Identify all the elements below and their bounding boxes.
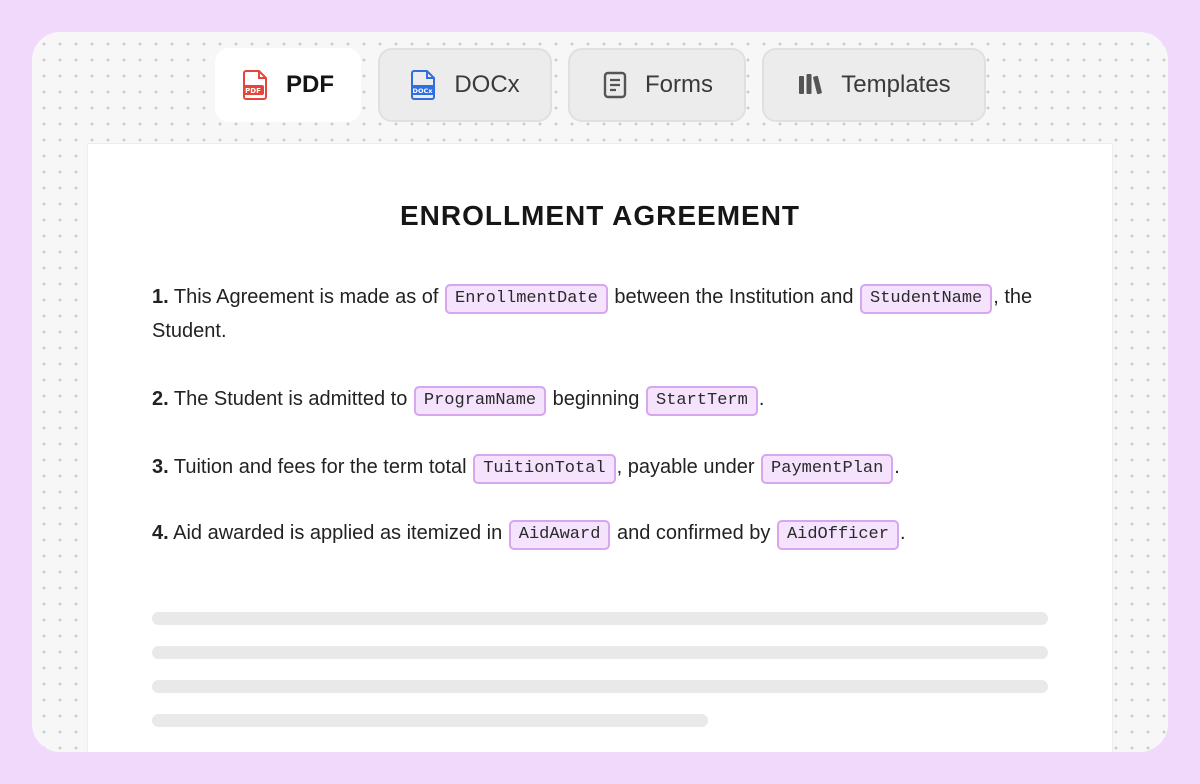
docx-badge-text: DOCx [413,87,434,95]
placeholder-text-line [152,612,1048,625]
document-page: ENROLLMENT AGREEMENT 1. This Agreement i… [88,144,1112,752]
field-chip-enrollment-date[interactable]: EnrollmentDate [445,284,608,314]
clause-text: . [894,456,900,478]
field-chip-student-name[interactable]: StudentName [860,284,993,314]
field-chip-aid-officer[interactable]: AidOfficer [776,520,899,550]
field-chip-program-name[interactable]: ProgramName [413,386,547,416]
clause-number: 1. [152,286,169,308]
clause-text: between the Institution and [608,286,860,308]
placeholder-text-line [152,680,1048,693]
app-frame: PDF PDF DOCx DOCx Forms Templates ENROLL… [32,32,1168,752]
tab-templates[interactable]: Templates [762,48,986,122]
clause-text: Aid awarded is applied as itemized in [168,522,508,544]
tab-label: PDF [286,71,334,98]
tab-pdf[interactable]: PDF PDF [215,48,361,122]
tab-label: Templates [841,71,951,98]
form-document-icon [601,70,629,100]
field-chip-payment-plan[interactable]: PaymentPlan [761,454,894,484]
placeholder-text-line [152,646,1048,659]
document-title: ENROLLMENT AGREEMENT [399,200,801,231]
tab-docx[interactable]: DOCx DOCx [378,48,552,122]
tab-label: Forms [645,71,713,98]
field-chip-aid-award[interactable]: AidAward [508,520,611,550]
clause-number: 4. [152,522,169,544]
tab-forms[interactable]: Forms [568,48,746,122]
clause-text: and confirmed by [611,522,776,544]
clause-number: 3. [152,456,169,478]
clause-2: 2. The Student is admitted to ProgramNam… [152,382,1052,416]
clause-text: . [899,522,906,544]
field-chip-tuition-total[interactable]: TuitionTotal [473,454,616,484]
pdf-badge-text: PDF [245,87,261,95]
clause-text: The Student is admitted to [168,388,413,410]
clause-3: 3. Tuition and fees for the term total T… [152,450,1052,484]
clause-text: beginning [547,388,645,410]
templates-library-icon [797,70,825,100]
clause-1: 1. This Agreement is made as of Enrollme… [152,280,1052,348]
clause-text: , payable under [616,456,761,478]
clause-4: 4. Aid awarded is applied as itemized in… [152,516,1052,550]
placeholder-text-line [152,714,708,727]
tab-label: DOCx [454,71,520,98]
clause-text: Tuition and fees for the term total [168,456,473,478]
docx-file-icon: DOCx [410,70,438,100]
clause-text: . [758,388,765,410]
pdf-file-icon: PDF [242,70,270,100]
format-tab-bar: PDF PDF DOCx DOCx Forms Templates [32,32,1168,132]
clause-number: 2. [152,388,169,410]
field-chip-start-term[interactable]: StartTerm [646,386,758,416]
clause-text: This Agreement is made as of [168,286,445,308]
